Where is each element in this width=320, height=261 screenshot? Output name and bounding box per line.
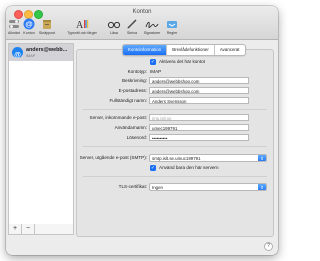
- fullname-field[interactable]: Anders Svensson: [149, 97, 249, 104]
- fonts-colors-icon: A: [76, 20, 89, 30]
- email-label: E-postadress:: [118, 88, 147, 93]
- toolbar-label-general: Allmänt: [8, 31, 20, 35]
- toolbar-label-fonts-colors: Typsnitt och färger: [67, 31, 97, 35]
- account-type-value: IMAP: [150, 69, 162, 74]
- toolbar-item-accounts[interactable]: @ Konton: [22, 18, 36, 35]
- add-account-button[interactable]: +: [9, 224, 22, 234]
- tls-certificate-value: Ingen: [152, 185, 163, 190]
- tls-certificate-label: TLS-certifikat:: [118, 184, 147, 189]
- incoming-server-label: Server, inkommande e-post:: [89, 115, 147, 120]
- account-row[interactable]: @ anders@webb... IMAP: [9, 44, 73, 61]
- svg-text:@: @: [25, 20, 32, 29]
- mail-preferences-window: Konton Allmänt @ Konton Skräppost A Typs…: [6, 6, 278, 255]
- tab-mailbox-behaviors[interactable]: Brevlådefunktioner: [167, 45, 215, 55]
- activate-account-label: Aktivera det här kontot: [159, 59, 205, 64]
- chevron-updown-icon: ⇕: [258, 155, 266, 161]
- switch-icon: [9, 20, 19, 28]
- fullname-label: Fullständigt namn:: [109, 98, 147, 103]
- toolbar-item-general[interactable]: Allmänt: [7, 18, 21, 35]
- chevron-updown-icon: ⇕: [258, 184, 266, 190]
- toolbar-label-junk: Skräppost: [38, 31, 56, 35]
- description-field[interactable]: anders@webbshop.com: [149, 77, 249, 84]
- toolbar-item-reading[interactable]: Läsa: [106, 18, 122, 35]
- signature-icon: [145, 21, 159, 28]
- smtp-server-label: Server, utgående e-post (SMTP):: [79, 155, 147, 160]
- use-only-this-server-label: Använd bara den här servern: [159, 165, 219, 170]
- use-only-this-server-checkbox[interactable]: ✓: [150, 165, 156, 171]
- tab-bar: Kontoinformation Brevlådefunktioner Avan…: [122, 44, 246, 56]
- username-field[interactable]: umec199791: [149, 124, 249, 131]
- tab-account-information[interactable]: Kontoinformation: [123, 45, 168, 55]
- toolbar-item-composing[interactable]: Skriva: [124, 18, 140, 35]
- toolbar-label-signatures: Signaturer: [143, 31, 161, 35]
- at-sign-icon: @: [14, 52, 21, 59]
- username-label: Användarnamn:: [114, 125, 147, 130]
- smtp-server-value: smtp.islt.se.umuc199791: [152, 156, 201, 161]
- email-field[interactable]: anders@webbshop.com: [149, 87, 249, 94]
- account-add-remove-bar: + −: [8, 224, 74, 235]
- rules-icon: [167, 21, 177, 28]
- pen-icon: [127, 19, 137, 29]
- window-title: Konton: [132, 9, 152, 15]
- toolbar-item-fonts-colors[interactable]: A Typsnitt och färger: [62, 18, 102, 35]
- accounts-list[interactable]: @ anders@webb... IMAP: [8, 43, 74, 225]
- toolbar-label-accounts: Konton: [23, 31, 35, 35]
- tab-advanced[interactable]: Avancerat: [215, 45, 245, 55]
- divider: [83, 146, 267, 147]
- toolbar-item-rules[interactable]: Regler: [164, 18, 180, 35]
- account-type-label: Kontotyp:: [127, 69, 147, 74]
- divider: [83, 109, 267, 110]
- svg-text:A: A: [76, 20, 84, 30]
- account-type: IMAP: [26, 54, 36, 58]
- account-info-panel: ✓ Aktivera det här kontot Kontotyp: IMAP…: [76, 49, 274, 237]
- svg-text:@: @: [14, 52, 21, 59]
- titlebar: Konton Allmänt @ Konton Skräppost A Typs…: [6, 6, 278, 40]
- divider: [83, 176, 267, 177]
- smtp-server-select[interactable]: smtp.islt.se.umuc199791 ⇕: [149, 154, 267, 162]
- glasses-icon: [107, 21, 121, 29]
- remove-account-button[interactable]: −: [22, 224, 35, 234]
- help-button[interactable]: ?: [264, 242, 273, 251]
- password-field[interactable]: ••••••••••: [149, 134, 249, 141]
- account-avatar: @: [12, 47, 23, 59]
- toolbar-item-junk[interactable]: Skräppost: [38, 18, 56, 35]
- tls-certificate-select[interactable]: Ingen ⇕: [149, 183, 267, 191]
- password-label: Lösenord:: [126, 135, 147, 140]
- junk-mail-icon: [43, 20, 51, 29]
- toolbar-label-composing: Skriva: [127, 31, 137, 35]
- account-name: anders@webb...: [26, 47, 68, 53]
- at-sign-icon: @: [23, 18, 35, 30]
- toolbar-label-rules: Regler: [166, 31, 178, 35]
- incoming-server-field[interactable]: imp.islt.se: [149, 114, 249, 121]
- description-label: Beskrivning:: [121, 78, 147, 83]
- toolbar-item-signatures[interactable]: Signaturer: [142, 18, 162, 35]
- toolbar-label-reading: Läsa: [110, 31, 118, 35]
- activate-account-checkbox[interactable]: ✓: [150, 59, 156, 65]
